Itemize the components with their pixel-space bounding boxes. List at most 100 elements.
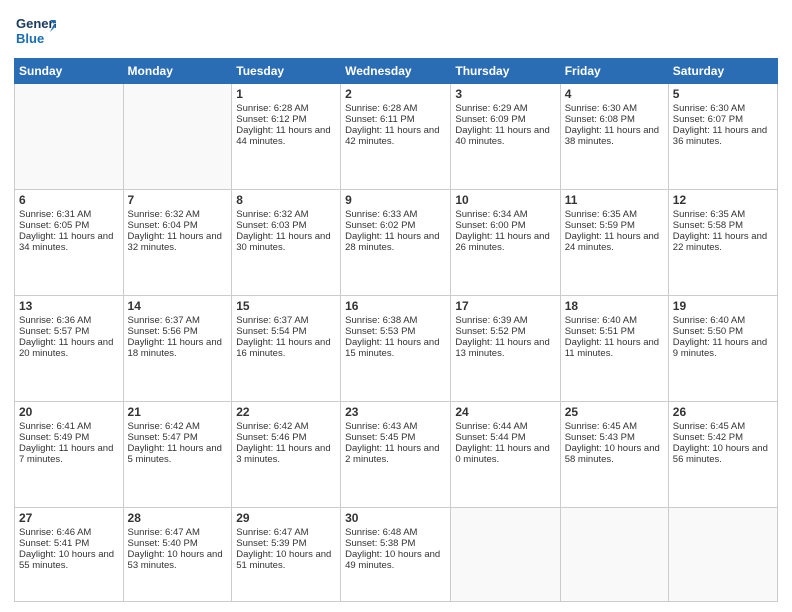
daylight-text: Daylight: 11 hours and 3 minutes. bbox=[236, 443, 336, 465]
sunrise-text: Sunrise: 6:42 AM bbox=[128, 421, 228, 432]
day-number: 25 bbox=[565, 405, 664, 419]
sunrise-text: Sunrise: 6:40 AM bbox=[565, 315, 664, 326]
day-number: 29 bbox=[236, 511, 336, 525]
day-cell: 18Sunrise: 6:40 AMSunset: 5:51 PMDayligh… bbox=[560, 296, 668, 402]
sunrise-text: Sunrise: 6:42 AM bbox=[236, 421, 336, 432]
day-cell: 7Sunrise: 6:32 AMSunset: 6:04 PMDaylight… bbox=[123, 190, 232, 296]
daylight-text: Daylight: 10 hours and 49 minutes. bbox=[345, 549, 446, 571]
day-cell: 22 Sunrise: 6:42 AMSunset: 5:46 PMDayligh… bbox=[232, 402, 341, 508]
day-cell: 4 Sunrise: 6:30 AMSunset: 6:08 PMDaylight… bbox=[560, 84, 668, 190]
week-row-4: 20Sunrise: 6:41 AMSunset: 5:49 PMDayligh… bbox=[15, 402, 778, 508]
sunset-text: Sunset: 6:03 PM bbox=[236, 220, 336, 231]
col-header-tuesday: Tuesday bbox=[232, 59, 341, 84]
sunset-text: Sunset: 5:41 PM bbox=[19, 538, 119, 549]
day-number: 3 bbox=[455, 87, 555, 101]
sunrise-text: Sunrise: 6:47 AM bbox=[128, 527, 228, 538]
week-row-3: 13Sunrise: 6:36 AMSunset: 5:57 PMDayligh… bbox=[15, 296, 778, 402]
sunrise-text: Sunrise: 6:31 AM bbox=[19, 209, 119, 220]
svg-text:General: General bbox=[16, 16, 56, 31]
day-number: 20 bbox=[19, 405, 119, 419]
sunset-text: Sunset: 5:46 PM bbox=[236, 432, 336, 443]
sunrise-text: Sunrise: 6:30 AM bbox=[565, 103, 664, 114]
day-number: 12 bbox=[673, 193, 773, 207]
day-cell: 21Sunrise: 6:42 AMSunset: 5:47 PMDayligh… bbox=[123, 402, 232, 508]
day-cell: 12Sunrise: 6:35 AMSunset: 5:58 PMDayligh… bbox=[668, 190, 777, 296]
calendar-table: SundayMondayTuesdayWednesdayThursdayFrid… bbox=[14, 58, 778, 602]
col-header-thursday: Thursday bbox=[451, 59, 560, 84]
day-cell: 13Sunrise: 6:36 AMSunset: 5:57 PMDayligh… bbox=[15, 296, 124, 402]
sunset-text: Sunset: 5:39 PM bbox=[236, 538, 336, 549]
sunrise-text: Sunrise: 6:36 AM bbox=[19, 315, 119, 326]
day-number: 8 bbox=[236, 193, 336, 207]
day-cell: 2Sunrise: 6:28 AMSunset: 6:11 PMDaylight… bbox=[341, 84, 451, 190]
sunset-text: Sunset: 6:08 PM bbox=[565, 114, 664, 125]
daylight-text: Daylight: 11 hours and 7 minutes. bbox=[19, 443, 119, 465]
daylight-text: Daylight: 11 hours and 30 minutes. bbox=[236, 231, 336, 253]
daylight-text: Daylight: 11 hours and 34 minutes. bbox=[19, 231, 119, 253]
logo-svg: General Blue bbox=[14, 10, 56, 52]
sunrise-text: Sunrise: 6:45 AM bbox=[565, 421, 664, 432]
sunset-text: Sunset: 5:43 PM bbox=[565, 432, 664, 443]
day-cell: 15Sunrise: 6:37 AMSunset: 5:54 PMDayligh… bbox=[232, 296, 341, 402]
day-number: 22 bbox=[236, 405, 336, 419]
sunrise-text: Sunrise: 6:28 AM bbox=[236, 103, 336, 114]
day-number: 30 bbox=[345, 511, 446, 525]
sunrise-text: Sunrise: 6:46 AM bbox=[19, 527, 119, 538]
daylight-text: Daylight: 11 hours and 44 minutes. bbox=[236, 125, 336, 147]
sunset-text: Sunset: 5:53 PM bbox=[345, 326, 446, 337]
day-number: 9 bbox=[345, 193, 446, 207]
week-row-5: 27Sunrise: 6:46 AMSunset: 5:41 PMDayligh… bbox=[15, 508, 778, 602]
daylight-text: Daylight: 10 hours and 58 minutes. bbox=[565, 443, 664, 465]
sunrise-text: Sunrise: 6:35 AM bbox=[673, 209, 773, 220]
daylight-text: Daylight: 10 hours and 55 minutes. bbox=[19, 549, 119, 571]
day-cell: 30Sunrise: 6:48 AMSunset: 5:38 PMDayligh… bbox=[341, 508, 451, 602]
day-number: 4 bbox=[565, 87, 664, 101]
day-number: 27 bbox=[19, 511, 119, 525]
daylight-text: Daylight: 10 hours and 56 minutes. bbox=[673, 443, 773, 465]
sunrise-text: Sunrise: 6:33 AM bbox=[345, 209, 446, 220]
day-number: 17 bbox=[455, 299, 555, 313]
daylight-text: Daylight: 11 hours and 9 minutes. bbox=[673, 337, 773, 359]
sunset-text: Sunset: 5:49 PM bbox=[19, 432, 119, 443]
sunset-text: Sunset: 5:50 PM bbox=[673, 326, 773, 337]
sunrise-text: Sunrise: 6:38 AM bbox=[345, 315, 446, 326]
daylight-text: Daylight: 11 hours and 28 minutes. bbox=[345, 231, 446, 253]
sunset-text: Sunset: 6:02 PM bbox=[345, 220, 446, 231]
daylight-text: Daylight: 11 hours and 42 minutes. bbox=[345, 125, 446, 147]
daylight-text: Daylight: 11 hours and 32 minutes. bbox=[128, 231, 228, 253]
day-cell bbox=[560, 508, 668, 602]
daylight-text: Daylight: 10 hours and 53 minutes. bbox=[128, 549, 228, 571]
day-cell: 17Sunrise: 6:39 AMSunset: 5:52 PMDayligh… bbox=[451, 296, 560, 402]
sunset-text: Sunset: 5:52 PM bbox=[455, 326, 555, 337]
daylight-text: Daylight: 11 hours and 15 minutes. bbox=[345, 337, 446, 359]
col-header-monday: Monday bbox=[123, 59, 232, 84]
sunset-text: Sunset: 6:00 PM bbox=[455, 220, 555, 231]
day-cell: 19Sunrise: 6:40 AMSunset: 5:50 PMDayligh… bbox=[668, 296, 777, 402]
day-cell: 8Sunrise: 6:32 AMSunset: 6:03 PMDaylight… bbox=[232, 190, 341, 296]
daylight-text: Daylight: 11 hours and 38 minutes. bbox=[565, 125, 664, 147]
day-cell bbox=[668, 508, 777, 602]
day-cell: 28Sunrise: 6:47 AMSunset: 5:40 PMDayligh… bbox=[123, 508, 232, 602]
day-number: 6 bbox=[19, 193, 119, 207]
daylight-text: Daylight: 10 hours and 51 minutes. bbox=[236, 549, 336, 571]
sunset-text: Sunset: 6:11 PM bbox=[345, 114, 446, 125]
day-cell bbox=[15, 84, 124, 190]
header: General Blue bbox=[14, 10, 778, 52]
sunrise-text: Sunrise: 6:35 AM bbox=[565, 209, 664, 220]
sunrise-text: Sunrise: 6:44 AM bbox=[455, 421, 555, 432]
daylight-text: Daylight: 11 hours and 0 minutes. bbox=[455, 443, 555, 465]
daylight-text: Daylight: 11 hours and 22 minutes. bbox=[673, 231, 773, 253]
sunset-text: Sunset: 5:44 PM bbox=[455, 432, 555, 443]
day-cell: 1Sunrise: 6:28 AMSunset: 6:12 PMDaylight… bbox=[232, 84, 341, 190]
day-number: 1 bbox=[236, 87, 336, 101]
logo: General Blue bbox=[14, 10, 56, 52]
sunrise-text: Sunrise: 6:43 AM bbox=[345, 421, 446, 432]
day-cell: 11Sunrise: 6:35 AMSunset: 5:59 PMDayligh… bbox=[560, 190, 668, 296]
sunset-text: Sunset: 5:57 PM bbox=[19, 326, 119, 337]
day-cell bbox=[451, 508, 560, 602]
sunset-text: Sunset: 6:09 PM bbox=[455, 114, 555, 125]
sunrise-text: Sunrise: 6:48 AM bbox=[345, 527, 446, 538]
sunrise-text: Sunrise: 6:34 AM bbox=[455, 209, 555, 220]
week-row-2: 6Sunrise: 6:31 AMSunset: 6:05 PMDaylight… bbox=[15, 190, 778, 296]
day-number: 28 bbox=[128, 511, 228, 525]
